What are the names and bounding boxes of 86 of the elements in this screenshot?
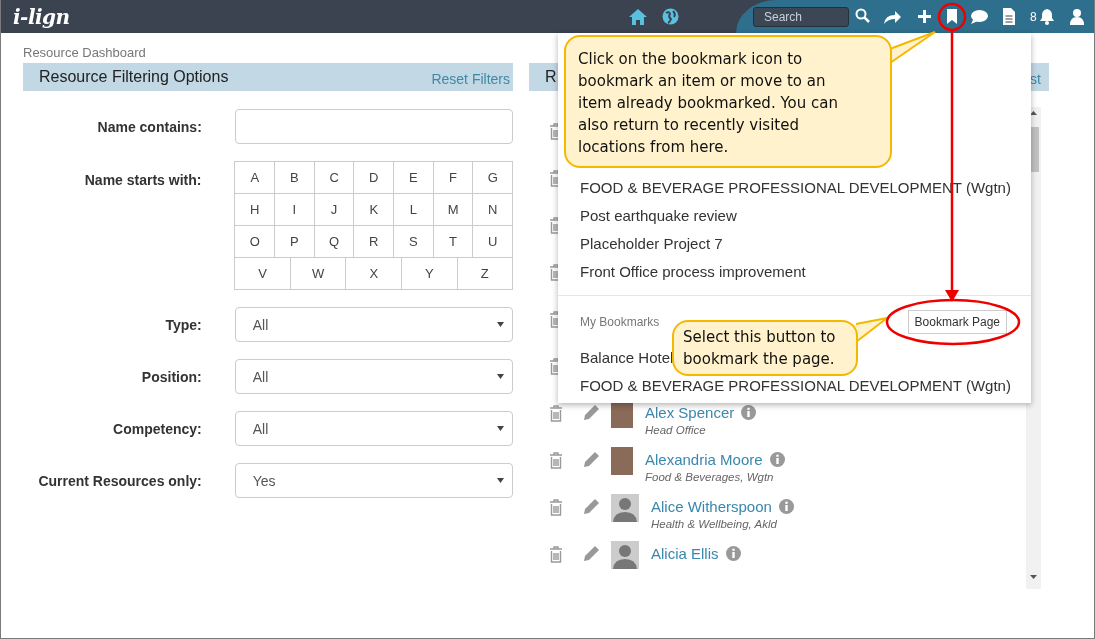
letter-button[interactable]: H bbox=[235, 194, 276, 226]
letter-button[interactable]: K bbox=[354, 194, 395, 226]
notification-count: 8 bbox=[1030, 10, 1037, 24]
globe-icon[interactable] bbox=[662, 8, 679, 25]
logo[interactable]: i-lign bbox=[13, 4, 70, 29]
panel-title: R bbox=[545, 68, 557, 86]
letter-button[interactable]: W bbox=[290, 258, 347, 290]
breadcrumb: Resource Dashboard bbox=[23, 45, 147, 62]
caret-icon bbox=[497, 426, 504, 431]
bookmark-icon[interactable] bbox=[946, 8, 958, 25]
letter-button[interactable]: L bbox=[394, 194, 434, 226]
search-icon[interactable] bbox=[855, 8, 870, 25]
field-label: Name contains: bbox=[96, 118, 202, 137]
chat-icon[interactable] bbox=[970, 8, 989, 25]
resource-name-link[interactable]: Alicia Ellis bbox=[651, 545, 719, 562]
menu-item[interactable]: Placeholder Project 7 bbox=[580, 230, 723, 258]
document-icon[interactable] bbox=[1002, 8, 1016, 25]
letter-button[interactable]: B bbox=[275, 162, 315, 194]
name-contains-field[interactable] bbox=[234, 109, 513, 144]
home-icon[interactable] bbox=[629, 8, 647, 25]
bookmark-page-button[interactable]: Bookmark Page bbox=[907, 310, 1007, 334]
field-label: Name starts with: bbox=[83, 171, 202, 190]
letter-button[interactable]: O bbox=[235, 226, 276, 258]
pencil-icon[interactable] bbox=[583, 450, 601, 468]
share-icon[interactable] bbox=[883, 8, 902, 25]
letter-button[interactable]: P bbox=[275, 226, 315, 258]
letter-button[interactable]: C bbox=[314, 162, 355, 194]
menu-item[interactable]: Post earthquake review bbox=[580, 202, 737, 230]
panel-title: Resource Filtering Options bbox=[39, 68, 229, 86]
letter-button[interactable]: T bbox=[433, 226, 474, 258]
avatar-silhouette bbox=[611, 494, 639, 522]
resource-name-link[interactable]: Alexandria Moore bbox=[645, 451, 763, 468]
resource-name-link[interactable]: Alice Witherspoon bbox=[651, 498, 772, 515]
trash-icon[interactable] bbox=[549, 499, 563, 516]
photo-placeholder bbox=[611, 447, 633, 475]
dropdown-field[interactable]: All bbox=[234, 307, 513, 342]
letter-button[interactable]: R bbox=[354, 226, 395, 258]
letter-button[interactable]: F bbox=[433, 162, 474, 194]
menu-item[interactable]: Front Office process improvement bbox=[580, 258, 806, 286]
letter-button[interactable]: S bbox=[394, 226, 434, 258]
letter-button[interactable]: I bbox=[275, 194, 315, 226]
callout: Select this button to bookmark the page. bbox=[672, 320, 858, 376]
plus-icon[interactable] bbox=[917, 8, 932, 25]
avatar-silhouette bbox=[611, 541, 639, 569]
section-title: My Bookmarks bbox=[580, 315, 660, 329]
highlight-circle bbox=[937, 2, 967, 32]
letter-button[interactable]: Q bbox=[314, 226, 355, 258]
trash-icon[interactable] bbox=[549, 452, 563, 469]
caret-icon bbox=[497, 374, 504, 379]
callout: Click on the bookmark icon to bookmark an item or move to an item already bookmarked. You can also return to recently visited locations from here. bbox=[564, 35, 892, 168]
pencil-icon[interactable] bbox=[583, 497, 601, 515]
caret-icon bbox=[497, 322, 504, 327]
field-label: Competency: bbox=[112, 420, 202, 439]
info-icon[interactable] bbox=[725, 546, 741, 561]
trash-icon[interactable] bbox=[549, 546, 563, 563]
field-label: Type: bbox=[164, 316, 202, 335]
resource-location: Food & Beverages, Wgtn bbox=[645, 471, 775, 483]
letter-button[interactable]: N bbox=[473, 194, 514, 226]
search-field[interactable]: Search bbox=[753, 7, 849, 27]
letter-button[interactable]: X bbox=[346, 258, 402, 290]
letter-button[interactable]: Y bbox=[402, 258, 458, 290]
resource-name-link[interactable]: Alex Spencer bbox=[645, 404, 735, 421]
info-icon[interactable] bbox=[769, 452, 785, 467]
resource-location: Head Office bbox=[645, 424, 707, 436]
letter-button[interactable]: U bbox=[473, 226, 514, 258]
letter-button[interactable]: D bbox=[354, 162, 395, 194]
letter-button[interactable]: Z bbox=[457, 258, 513, 290]
dropdown-field[interactable]: All bbox=[234, 411, 513, 446]
info-icon[interactable] bbox=[741, 405, 757, 420]
trash-icon[interactable] bbox=[549, 405, 563, 422]
field-label: Current Resources only: bbox=[37, 472, 202, 491]
pencil-icon[interactable] bbox=[583, 544, 601, 562]
user-icon[interactable] bbox=[1069, 8, 1085, 25]
letter-button[interactable]: J bbox=[314, 194, 355, 226]
field-label: Position: bbox=[140, 368, 202, 387]
dropdown-field[interactable]: All bbox=[234, 359, 513, 394]
letter-button[interactable]: V bbox=[235, 258, 291, 290]
resource-location: Health & Wellbeing, Akld bbox=[651, 518, 778, 530]
bell-icon[interactable] bbox=[1039, 8, 1055, 25]
letter-button[interactable]: A bbox=[235, 162, 276, 194]
info-icon[interactable] bbox=[778, 499, 794, 514]
caret-icon bbox=[497, 478, 504, 483]
letter-button[interactable]: G bbox=[473, 162, 514, 194]
dropdown-field[interactable]: Yes bbox=[234, 463, 513, 498]
letter-button[interactable]: M bbox=[433, 194, 474, 226]
letter-button[interactable]: E bbox=[394, 162, 434, 194]
